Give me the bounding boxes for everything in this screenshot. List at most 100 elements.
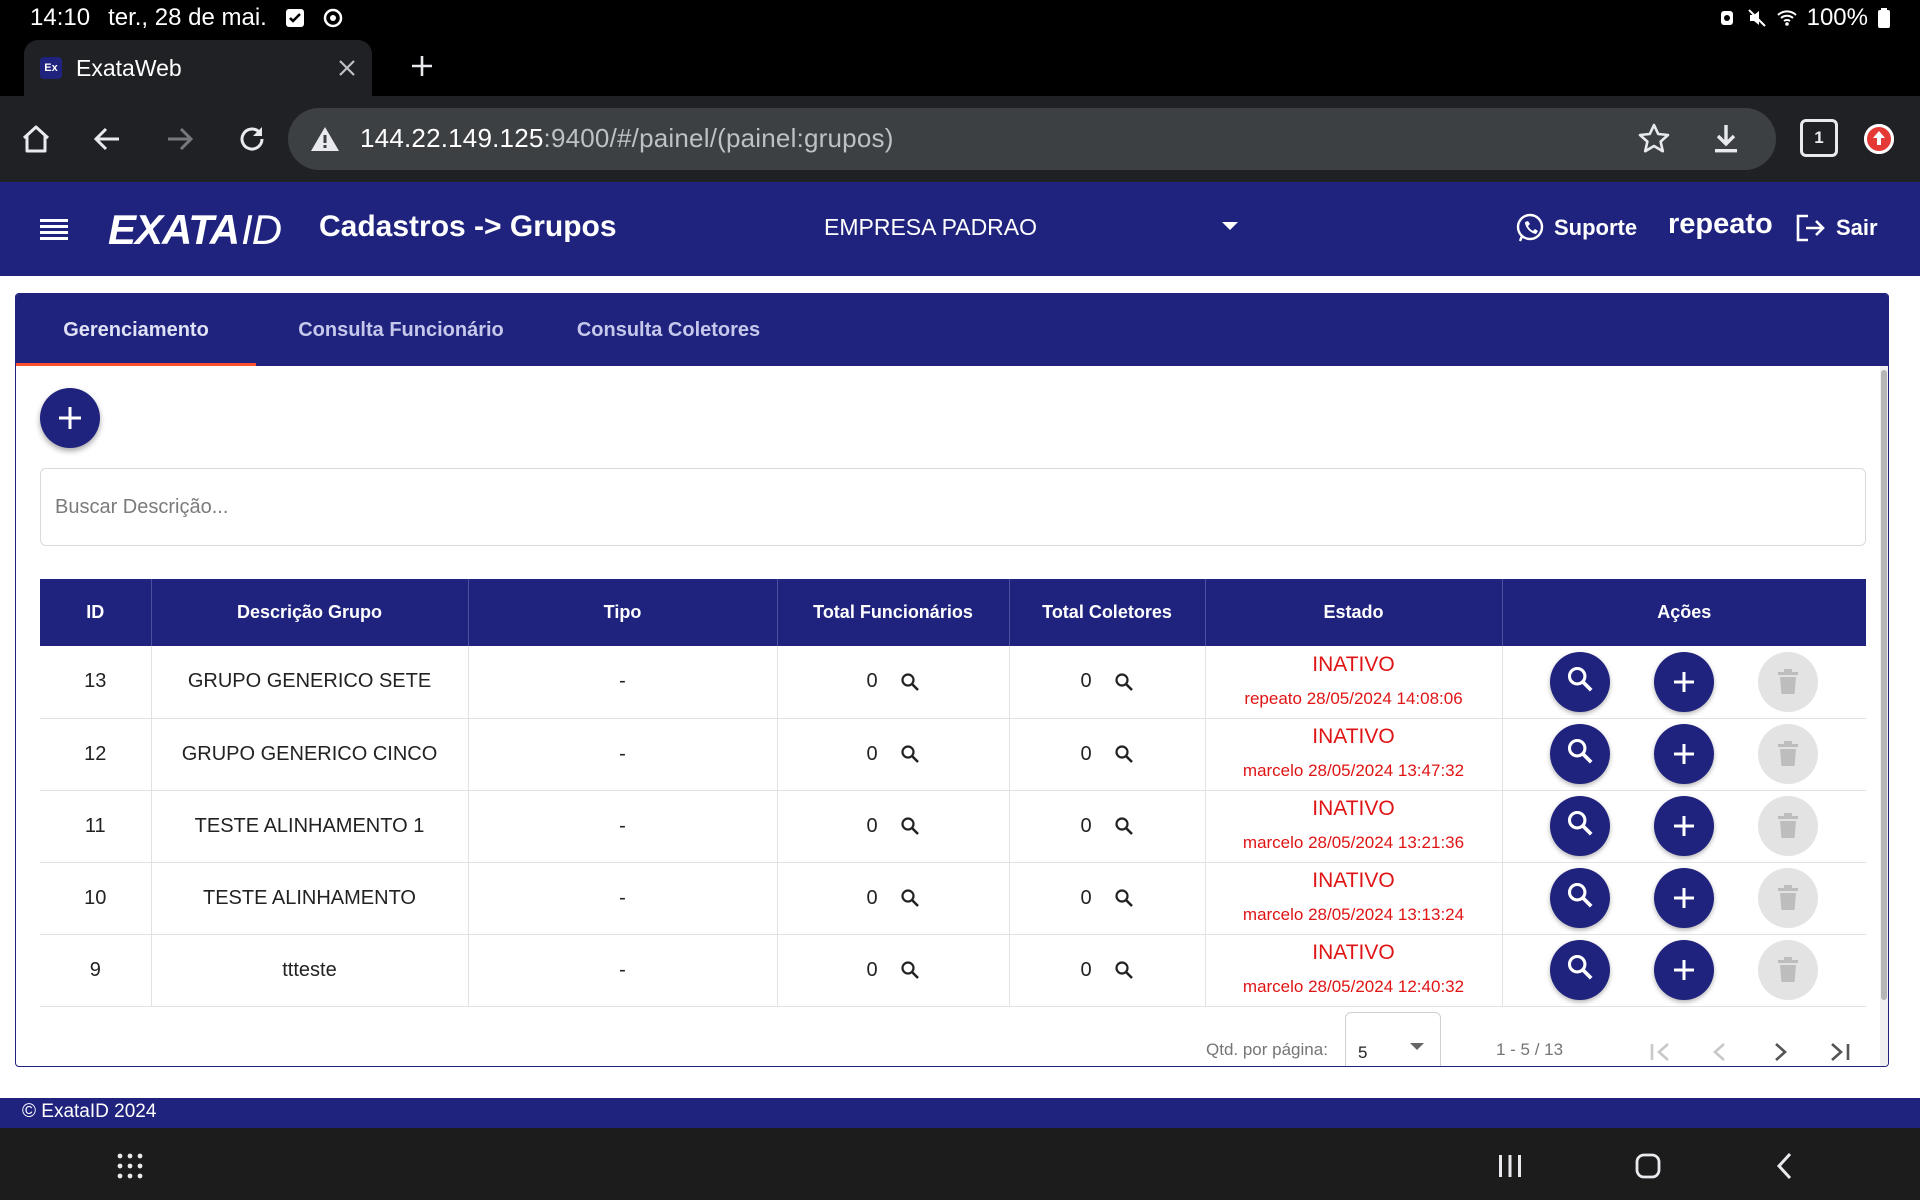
cell-id: 13 bbox=[40, 646, 152, 719]
cell-total-coletores: 0 bbox=[1009, 718, 1206, 791]
address-bar[interactable]: 144.22.149.125:9400/#/painel/(painel:gru… bbox=[288, 108, 1776, 170]
update-icon[interactable] bbox=[1864, 124, 1894, 154]
view-group-button[interactable] bbox=[1550, 796, 1611, 856]
delete-group-button[interactable] bbox=[1758, 796, 1819, 856]
cell-id: 12 bbox=[40, 718, 152, 791]
apps-grid-icon[interactable] bbox=[110, 1146, 150, 1186]
table-row: 11 TESTE ALINHAMENTO 1 - 0 0 INATIVO marc… bbox=[40, 790, 1866, 863]
prev-page-icon[interactable] bbox=[1704, 1036, 1736, 1067]
view-group-button[interactable] bbox=[1550, 651, 1611, 712]
search-icon[interactable] bbox=[900, 888, 920, 908]
cell-estado: INATIVO marcelo 28/05/2024 13:47:32 bbox=[1205, 718, 1503, 791]
chevron-down-icon bbox=[1410, 1043, 1424, 1050]
new-tab-icon[interactable] bbox=[404, 48, 440, 84]
add-to-group-button[interactable] bbox=[1654, 868, 1715, 928]
search-icon[interactable] bbox=[1114, 744, 1134, 764]
cell-total-coletores: 0 bbox=[1009, 646, 1206, 719]
logout-button[interactable]: Sair bbox=[1794, 212, 1878, 244]
plus-icon bbox=[1674, 744, 1695, 764]
whatsapp-icon bbox=[1516, 213, 1544, 242]
per-page-value: 5 bbox=[1358, 1043, 1368, 1062]
page-range: 1 - 5 / 13 bbox=[1496, 1040, 1564, 1059]
cell-total-coletores: 0 bbox=[1009, 934, 1206, 1007]
download-icon[interactable] bbox=[1708, 121, 1744, 157]
back-icon[interactable] bbox=[85, 117, 129, 161]
per-page-select[interactable]: 5 bbox=[1345, 1012, 1441, 1066]
reload-icon[interactable] bbox=[230, 117, 274, 161]
status-badge: INATIVO bbox=[1312, 725, 1395, 748]
search-icon[interactable] bbox=[1114, 888, 1134, 908]
view-group-button[interactable] bbox=[1550, 940, 1611, 1000]
search-icon[interactable] bbox=[1114, 816, 1134, 836]
support-link[interactable]: Suporte bbox=[1514, 212, 1637, 244]
search-icon[interactable] bbox=[1114, 672, 1134, 692]
search-input[interactable] bbox=[41, 469, 1865, 545]
next-page-icon[interactable] bbox=[1764, 1036, 1796, 1067]
plus-icon bbox=[1674, 671, 1695, 692]
menu-icon[interactable] bbox=[38, 216, 70, 244]
first-page-icon[interactable] bbox=[1644, 1036, 1676, 1067]
column-header-tipo[interactable]: Tipo bbox=[468, 579, 778, 646]
delete-group-button[interactable] bbox=[1758, 940, 1819, 1000]
column-header-estado[interactable]: Estado bbox=[1205, 579, 1503, 646]
search-icon[interactable] bbox=[900, 816, 920, 836]
add-to-group-button[interactable] bbox=[1654, 940, 1715, 1000]
forward-icon[interactable] bbox=[158, 117, 202, 161]
plus-icon bbox=[1674, 816, 1695, 836]
group-id: 10 bbox=[84, 886, 107, 909]
cell-tipo: - bbox=[468, 862, 778, 935]
tab-gerenciamento[interactable]: Gerenciamento bbox=[16, 294, 256, 366]
search-icon[interactable] bbox=[900, 744, 920, 764]
status-meta: repeato 28/05/2024 14:08:06 bbox=[1244, 688, 1463, 708]
search-field[interactable] bbox=[40, 468, 1866, 546]
home-icon[interactable] bbox=[14, 117, 58, 161]
add-to-group-button[interactable] bbox=[1654, 724, 1715, 784]
cell-tipo: - bbox=[468, 790, 778, 863]
per-page-label: Qtd. por página: bbox=[1206, 1040, 1328, 1059]
search-icon bbox=[1566, 881, 1594, 915]
cell-acoes bbox=[1502, 862, 1866, 935]
group-id: 9 bbox=[89, 958, 101, 981]
scrollbar-thumb[interactable] bbox=[1881, 370, 1887, 1000]
search-icon[interactable] bbox=[1114, 960, 1134, 980]
add-to-group-button[interactable] bbox=[1654, 651, 1715, 712]
cell-descricao: ttteste bbox=[151, 934, 469, 1007]
delete-group-button[interactable] bbox=[1758, 651, 1819, 712]
status-meta: marcelo 28/05/2024 13:21:36 bbox=[1242, 833, 1465, 852]
group-type: - bbox=[619, 670, 626, 693]
company-select[interactable]: EMPRESA PADRAO bbox=[824, 214, 1037, 241]
tab-switcher-button[interactable]: 1 bbox=[1800, 119, 1838, 157]
collector-count: 0 bbox=[1080, 886, 1092, 909]
column-header-total-funcionarios[interactable]: Total Funcionários bbox=[777, 579, 1010, 646]
chevron-down-icon[interactable] bbox=[1222, 222, 1238, 230]
search-icon[interactable] bbox=[900, 960, 920, 980]
add-group-button[interactable] bbox=[40, 388, 100, 448]
collector-count: 0 bbox=[1080, 958, 1092, 981]
search-icon[interactable] bbox=[900, 672, 920, 692]
warning-icon[interactable] bbox=[310, 125, 340, 153]
column-header-descricao[interactable]: Descrição Grupo bbox=[151, 579, 469, 646]
last-page-icon[interactable] bbox=[1824, 1036, 1856, 1067]
cell-acoes bbox=[1502, 790, 1866, 863]
delete-group-button[interactable] bbox=[1758, 868, 1819, 928]
tab-consulta-coletores[interactable]: Consulta Coletores bbox=[546, 294, 791, 366]
add-to-group-button[interactable] bbox=[1654, 796, 1715, 856]
page-body: Gerenciamento Consulta Funcionário Consu… bbox=[0, 276, 1920, 1098]
view-group-button[interactable] bbox=[1550, 868, 1611, 928]
browser-tab[interactable]: Ex ExataWeb bbox=[24, 40, 372, 96]
tab-consulta-funcionario[interactable]: Consulta Funcionário bbox=[256, 294, 546, 366]
back-nav-icon[interactable] bbox=[1766, 1146, 1806, 1186]
recents-icon[interactable] bbox=[1490, 1146, 1530, 1186]
column-header-id[interactable]: ID bbox=[40, 579, 152, 646]
cell-total-funcionarios: 0 bbox=[777, 646, 1010, 719]
employee-count: 0 bbox=[866, 670, 878, 693]
view-group-button[interactable] bbox=[1550, 724, 1611, 784]
star-icon[interactable] bbox=[1636, 121, 1672, 157]
home-nav-icon[interactable] bbox=[1628, 1146, 1668, 1186]
delete-group-button[interactable] bbox=[1758, 724, 1819, 784]
column-header-acoes: Ações bbox=[1502, 579, 1866, 646]
column-header-total-coletores[interactable]: Total Coletores bbox=[1009, 579, 1206, 646]
exataid-logo: EXATAID bbox=[108, 206, 282, 254]
close-tab-icon[interactable] bbox=[332, 53, 362, 83]
app-header: EXATAID Cadastros -> Grupos EMPRESA PADR… bbox=[0, 182, 1920, 276]
